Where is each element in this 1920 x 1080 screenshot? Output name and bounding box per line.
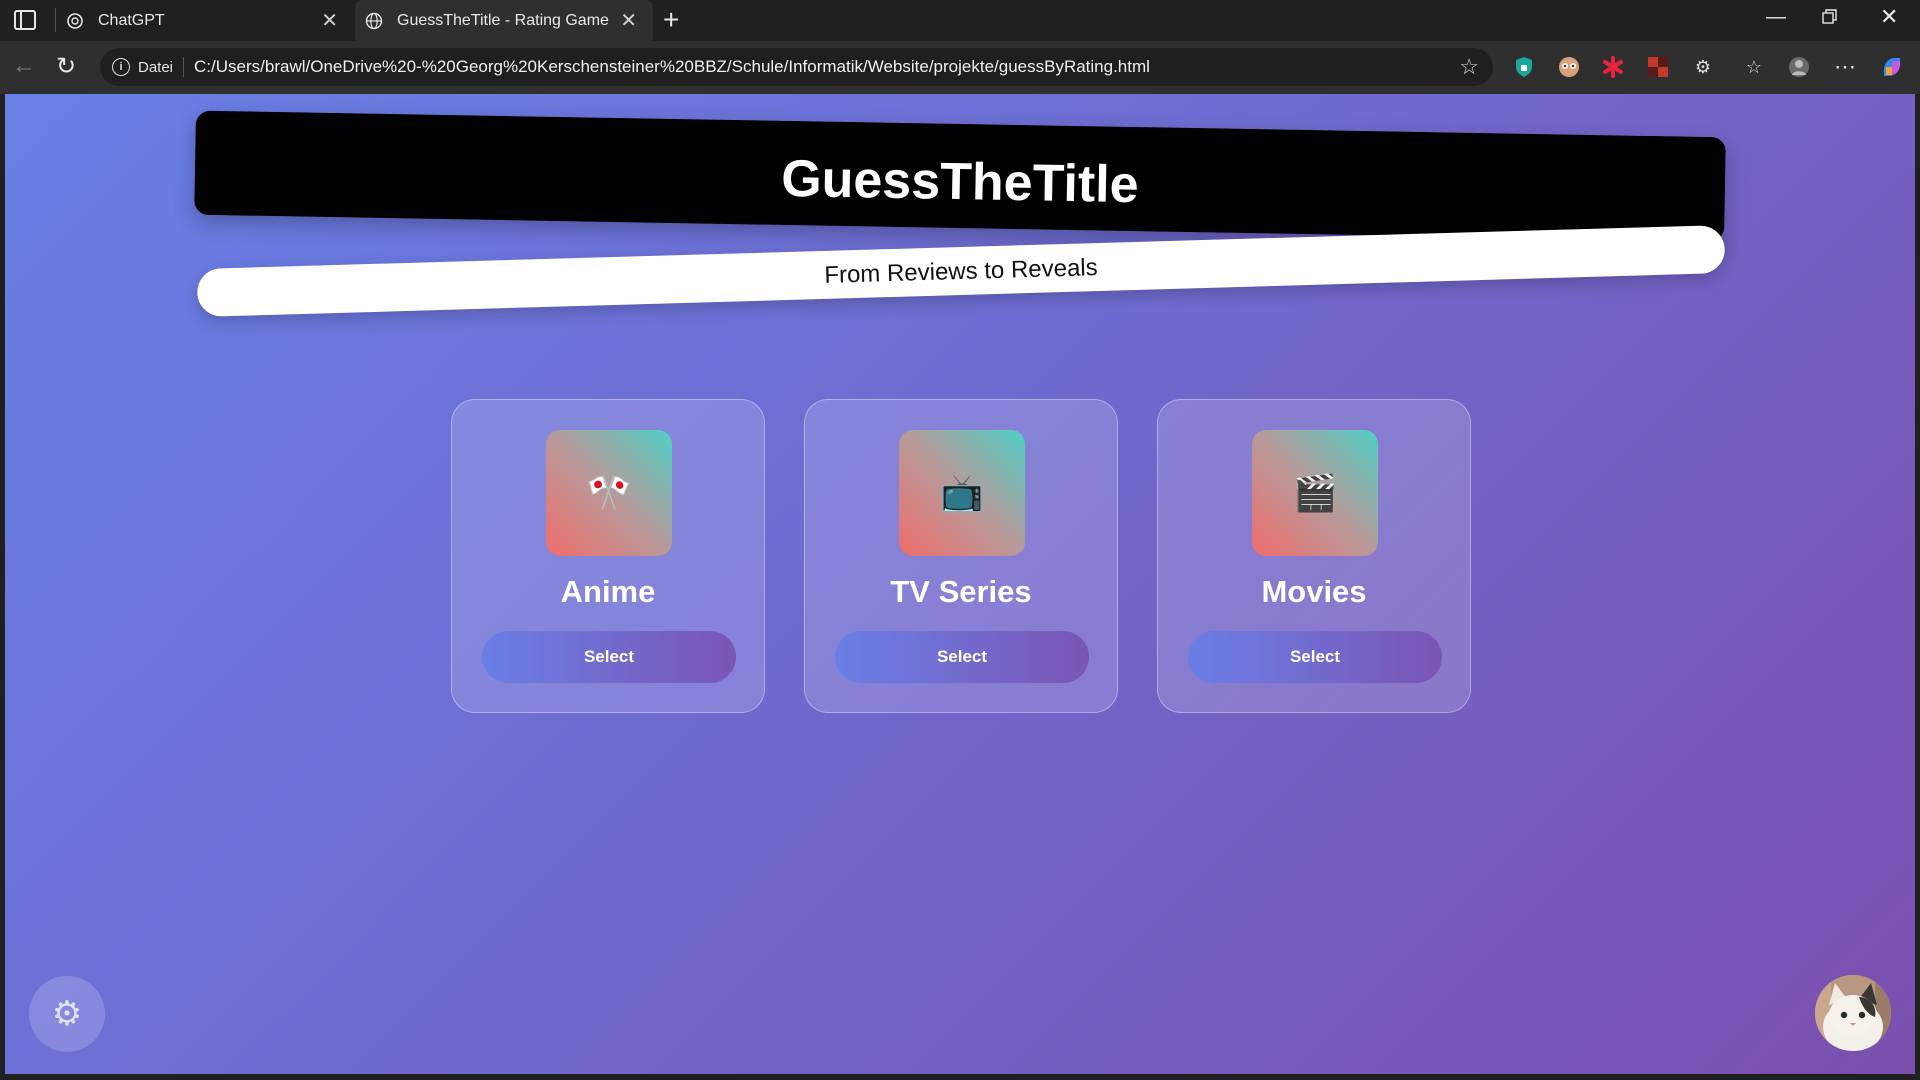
settings-button[interactable]: ⚙: [29, 976, 105, 1052]
gear-icon: ⚙: [51, 995, 83, 1033]
address-divider: [183, 57, 185, 77]
chatgpt-logo-icon: [66, 12, 84, 30]
clapper-board-icon: 🎬: [1252, 430, 1378, 556]
cat-avatar[interactable]: [1815, 975, 1891, 1051]
browser-toolbar: ← ↻ i Datei C:/Users/brawl/OneDrive%20-%…: [0, 41, 1920, 94]
page-subtitle: From Reviews to Reveals: [823, 254, 1099, 289]
television-icon: 📺: [899, 430, 1025, 556]
address-bar[interactable]: i Datei C:/Users/brawl/OneDrive%20-%20Ge…: [100, 48, 1493, 86]
tab-title: ChatGPT: [98, 11, 165, 29]
category-title: Movies: [1261, 574, 1367, 609]
new-tab-plus-icon[interactable]: +: [663, 4, 679, 36]
select-tv-series-button[interactable]: Select: [835, 631, 1089, 683]
tab-title: GuessTheTitle - Rating Game: [397, 11, 609, 29]
globe-icon: [365, 12, 383, 30]
tab-actions-icon[interactable]: [14, 10, 36, 30]
crossed-flags-icon: 🎌: [546, 430, 672, 556]
tab-guessthetitle[interactable]: GuessTheTitle - Rating Game ✕: [355, 0, 653, 41]
extensions-puzzle-icon[interactable]: ⚙: [1691, 55, 1715, 79]
select-anime-button[interactable]: Select: [482, 631, 736, 683]
close-tab-icon[interactable]: ✕: [321, 8, 338, 33]
red-asterisk-extension-icon[interactable]: [1601, 55, 1625, 79]
restore-icon[interactable]: [1822, 8, 1838, 31]
back-arrow-icon[interactable]: ←: [12, 52, 36, 80]
copilot-icon[interactable]: [1880, 55, 1904, 79]
info-icon[interactable]: i: [112, 58, 130, 76]
select-movies-button[interactable]: Select: [1188, 631, 1442, 683]
category-card-anime[interactable]: 🎌 Anime Select: [451, 399, 765, 713]
category-card-tv-series[interactable]: 📺 TV Series Select: [804, 399, 1118, 713]
reload-icon[interactable]: ↻: [56, 52, 76, 81]
profile-avatar-icon[interactable]: [1787, 55, 1811, 79]
tab-chatgpt[interactable]: ChatGPT ✕: [56, 0, 354, 41]
title-banner: GuessTheTitle: [194, 110, 1726, 242]
face-extension-icon[interactable]: [1557, 55, 1581, 79]
page-title: GuessTheTitle: [780, 149, 1140, 215]
shield-extension-icon[interactable]: [1512, 55, 1536, 79]
close-window-icon[interactable]: ✕: [1880, 4, 1898, 30]
close-tab-icon[interactable]: ✕: [620, 8, 637, 33]
address-scheme-label: Datei: [138, 58, 174, 76]
red-block-extension-icon[interactable]: [1646, 55, 1670, 79]
favorites-icon[interactable]: ☆: [1742, 55, 1766, 79]
more-options-icon[interactable]: ⋯: [1833, 54, 1857, 79]
subtitle-banner: From Reviews to Reveals: [196, 225, 1726, 317]
category-title: Anime: [560, 574, 656, 609]
category-cards: 🎌 Anime Select 📺 TV Series Select 🎬 Movi…: [451, 399, 1473, 713]
browser-tab-bar: ChatGPT ✕ GuessTheTitle - Rating Game ✕ …: [0, 0, 1920, 41]
category-title: TV Series: [890, 574, 1032, 609]
page-viewport: GuessTheTitle From Reviews to Reveals 🎌 …: [5, 94, 1915, 1074]
favorite-star-icon[interactable]: ☆: [1459, 54, 1479, 80]
minimize-icon[interactable]: —: [1766, 6, 1786, 29]
url-text[interactable]: C:/Users/brawl/OneDrive%20-%20Georg%20Ke…: [194, 57, 1150, 77]
category-card-movies[interactable]: 🎬 Movies Select: [1157, 399, 1471, 713]
